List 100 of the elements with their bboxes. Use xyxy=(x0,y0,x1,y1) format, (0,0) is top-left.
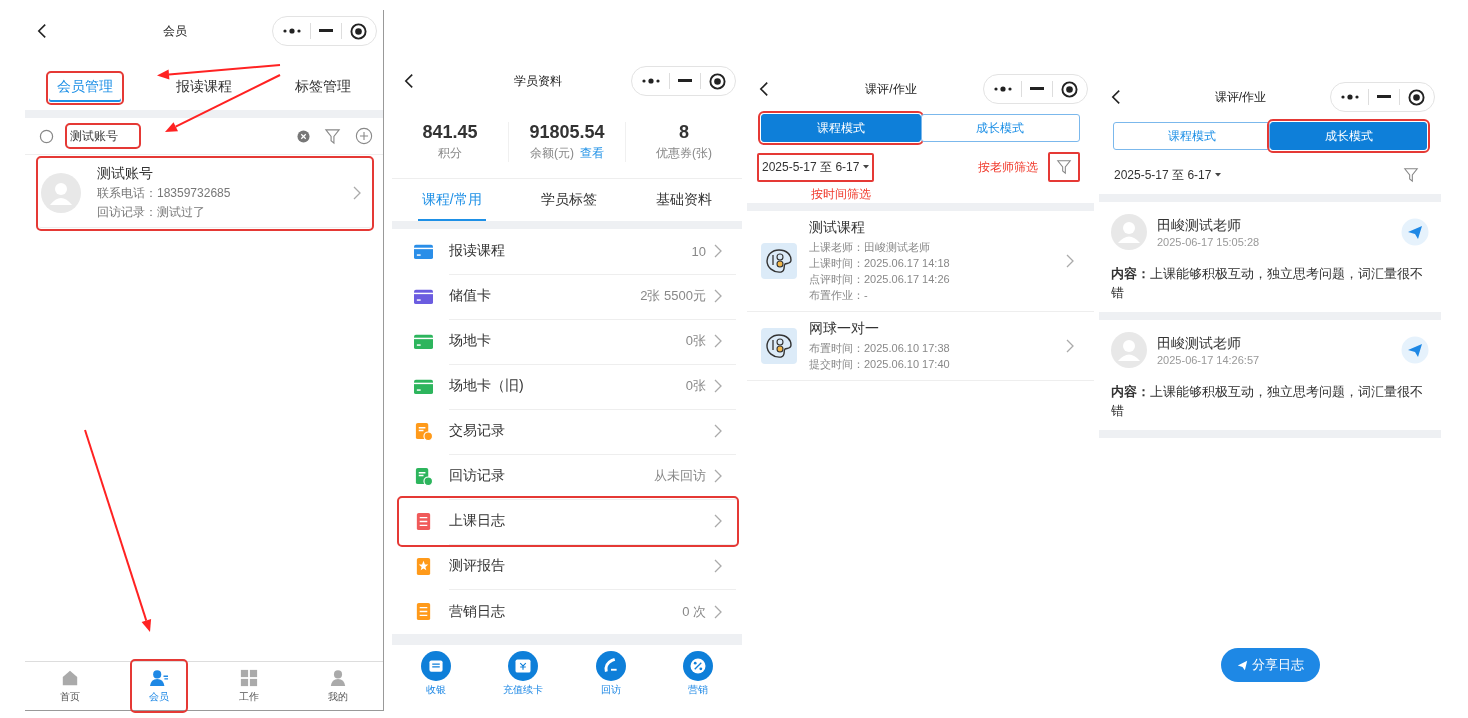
teacher-name: 田峻测试老师 xyxy=(1157,216,1242,235)
action-button[interactable]: 营销 xyxy=(654,651,742,697)
action-button[interactable]: 充值续卡 xyxy=(479,651,567,697)
tab[interactable]: 会员管理 xyxy=(48,74,121,102)
add-icon[interactable] xyxy=(355,127,373,145)
tab[interactable]: 学员标签 xyxy=(536,179,601,221)
tab[interactable]: 课程/常用 xyxy=(417,179,486,221)
more-icon[interactable] xyxy=(282,28,302,34)
chevron-icon xyxy=(714,334,722,348)
filter-icon[interactable] xyxy=(324,127,341,145)
chevron-icon xyxy=(714,289,722,303)
course-detail: 提交时间：2025.06.10 17:40 xyxy=(809,357,951,372)
action-button[interactable]: 回访 xyxy=(567,651,655,697)
minimize-icon[interactable] xyxy=(1377,95,1391,99)
nav-item[interactable]: 首页 xyxy=(25,662,115,710)
chevron-icon xyxy=(714,244,722,258)
back-icon[interactable] xyxy=(759,81,769,97)
teacher-name: 田峻测试老师 xyxy=(1157,334,1242,353)
annotation-note: 按老师筛选 xyxy=(978,158,1038,176)
menu-label: 报读课程 xyxy=(449,242,506,260)
member-item[interactable]: 测试账号 联系电话：18359732685 回访记录：测试过了 xyxy=(39,159,371,228)
minimize-icon[interactable] xyxy=(319,29,333,33)
send-icon[interactable] xyxy=(1401,336,1429,364)
chevron-icon xyxy=(1066,254,1074,268)
percent-icon xyxy=(683,651,714,681)
menu-item[interactable]: 测评报告 xyxy=(400,544,736,589)
mode-tab[interactable]: 成长模式 xyxy=(1270,122,1427,150)
chevron-icon xyxy=(353,186,361,200)
menu-value: 0 次 xyxy=(682,602,706,621)
stat-label: 积分 xyxy=(438,145,462,162)
menu-item[interactable]: 场地卡 0张 xyxy=(400,319,736,364)
member-phone: 联系电话：18359732685 xyxy=(97,185,232,202)
clear-icon[interactable] xyxy=(297,129,310,143)
tab[interactable]: 基础资料 xyxy=(652,179,717,221)
course-item[interactable]: 测试课程 上课老师：田峻测试老师 上课时间：2025.06.17 14:18 点评时间：2025.06.17 14:26 布置作业：- xyxy=(747,211,1094,312)
stat-value: 91805.54 xyxy=(529,122,605,143)
mode-tab[interactable]: 成长模式 xyxy=(920,114,1080,142)
minimize-icon[interactable] xyxy=(678,79,692,83)
menu-label: 上课日志 xyxy=(449,512,506,530)
filter-icon xyxy=(1403,167,1419,183)
annotation-note: 按时间筛选 xyxy=(811,187,871,201)
course-detail: 点评时间：2025.06.17 14:26 xyxy=(809,272,951,287)
tab[interactable]: 报读课程 xyxy=(168,74,240,102)
tab[interactable]: 标签管理 xyxy=(287,74,360,102)
more-icon[interactable] xyxy=(641,78,661,84)
back-icon[interactable] xyxy=(1111,89,1121,105)
menu-item[interactable]: 营销日志 0 次 xyxy=(400,589,736,634)
back-icon[interactable] xyxy=(404,73,414,89)
share-button[interactable]: 分享日志 xyxy=(1220,648,1320,682)
filter-button[interactable] xyxy=(1048,152,1080,182)
chevron-icon xyxy=(714,604,722,619)
nav-item[interactable]: 会员 xyxy=(133,662,186,710)
menu-value: 10 xyxy=(691,243,706,259)
minimize-icon[interactable] xyxy=(1030,87,1044,91)
menu-label: 场地卡（旧) xyxy=(449,377,525,395)
home-icon xyxy=(60,668,79,687)
log-content: 内容：上课能够积极互动，独立思考问题，词汇量很不错 xyxy=(1111,383,1424,420)
chevron-icon xyxy=(714,469,722,483)
log-time: 2025-06-17 14:26:57 xyxy=(1157,353,1261,366)
visit-record: 回访记录：测试过了 xyxy=(97,204,206,221)
date-range-picker[interactable]: 2025-5-17 至 6-17 xyxy=(757,152,875,182)
menu-item[interactable]: 回访记录 从未回访 xyxy=(400,454,736,499)
mode-tab[interactable]: 课程模式 xyxy=(1113,122,1270,150)
back-icon[interactable] xyxy=(37,23,47,39)
mode-tab[interactable]: 课程模式 xyxy=(761,114,921,142)
card-icon xyxy=(508,651,539,681)
menu-item[interactable]: 上课日志 xyxy=(400,499,736,544)
search-field[interactable]: 测试账号 xyxy=(68,126,138,146)
close-icon[interactable] xyxy=(709,72,726,90)
send-icon[interactable] xyxy=(1401,218,1429,246)
search-icon xyxy=(39,128,54,144)
chevron-icon xyxy=(714,379,722,393)
chevron-icon xyxy=(714,559,722,573)
close-icon[interactable] xyxy=(1061,80,1078,98)
menu-item[interactable]: 交易记录 xyxy=(400,409,736,454)
close-icon[interactable] xyxy=(1408,88,1425,106)
course-detail: 上课老师：田峻测试老师 xyxy=(809,240,931,255)
nav-item[interactable]: 工作 xyxy=(204,662,294,710)
more-icon[interactable] xyxy=(993,86,1013,92)
menu-item[interactable]: 储值卡 2张 5500元 xyxy=(400,274,736,319)
date-range-picker[interactable]: 2025-5-17 至 6-17 xyxy=(1109,160,1227,190)
person-icon xyxy=(329,668,348,687)
close-icon[interactable] xyxy=(350,22,367,40)
menu-item[interactable]: 报读课程 10 xyxy=(400,229,736,274)
stat-value: 8 xyxy=(679,122,689,143)
course-item[interactable]: 网球一对一 布置时间：2025.06.10 17:38 提交时间：2025.06.10 17:40 xyxy=(747,312,1094,381)
view-link[interactable]: 查看 xyxy=(580,145,604,162)
caret-icon xyxy=(863,165,870,169)
action-button[interactable]: 收银 xyxy=(392,651,480,697)
menu-item[interactable]: 场地卡（旧) 0张 xyxy=(400,364,736,409)
menu-value: 2张 5500元 xyxy=(640,287,706,305)
menu-label: 交易记录 xyxy=(449,422,506,440)
stat-label: 余额(元) xyxy=(530,145,574,162)
window-title: 学员资料 xyxy=(512,72,563,90)
more-icon[interactable] xyxy=(1340,94,1360,100)
send-icon xyxy=(1236,659,1248,671)
log-time: 2025-06-17 15:05:28 xyxy=(1157,235,1261,248)
palette-icon xyxy=(761,243,797,279)
nav-item[interactable]: 我的 xyxy=(293,662,383,710)
log-content: 内容：上课能够积极互动，独立思考问题，词汇量很不错 xyxy=(1111,265,1424,302)
